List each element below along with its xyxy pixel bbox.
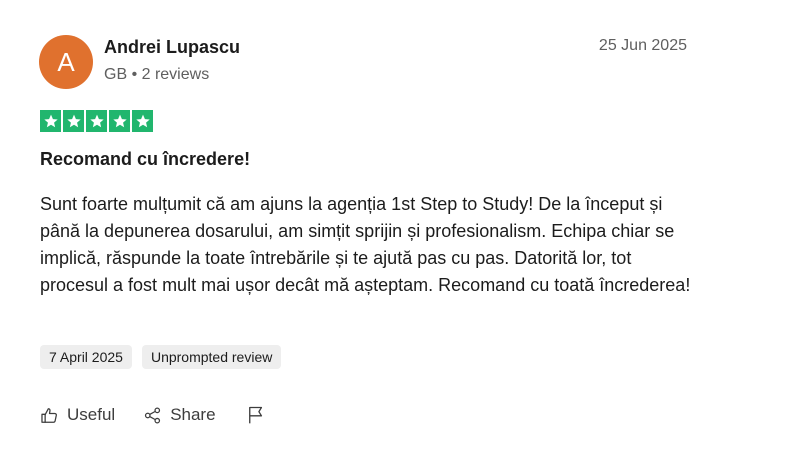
star-icon [109,110,130,132]
review-actions: Useful Share [40,404,266,426]
experience-date-badge: 7 April 2025 [40,345,132,369]
star-icon [132,110,153,132]
reviewer-name[interactable]: Andrei Lupascu [104,37,240,58]
useful-label: Useful [67,405,116,424]
star-icon [40,110,61,132]
review-body: Sunt foarte mulțumit că am ajuns la agen… [40,194,691,295]
review-title: Recomand cu încredere! [40,149,251,169]
share-label: Share [170,405,216,424]
flag-icon [246,404,266,426]
share-button[interactable]: Share [143,405,216,425]
thumbs-up-icon [40,406,59,425]
review-date: 25 Jun 2025 [598,37,687,54]
share-icon [143,406,162,425]
reviewer-meta: GB • 2 reviews [104,66,210,83]
review-tags: 7 April 2025 Unprompted review [40,345,282,369]
unprompted-review-badge[interactable]: Unprompted review [141,345,282,369]
avatar[interactable]: A [39,35,93,89]
star-icon [63,110,84,132]
avatar-initial: A [57,46,75,77]
star-icon [86,110,107,132]
report-button[interactable] [246,404,266,426]
star-rating [40,110,153,132]
useful-button[interactable]: Useful [40,405,115,425]
